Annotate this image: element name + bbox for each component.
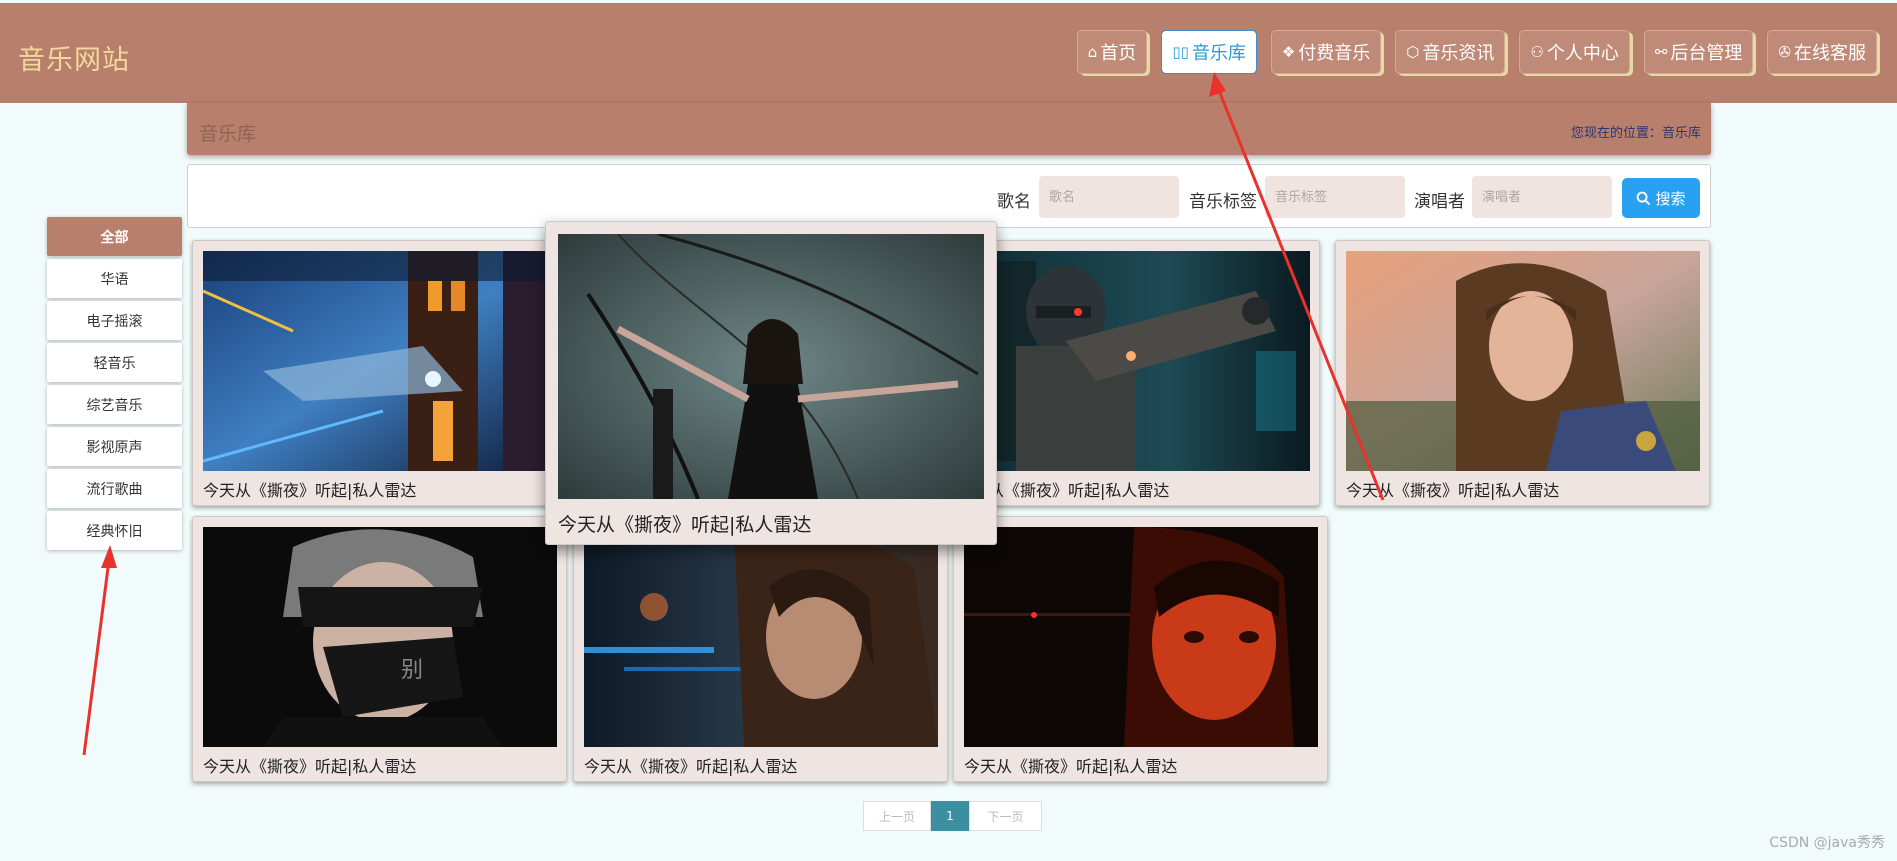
category-electronic-rock[interactable]: 电子摇滚 <box>47 301 182 340</box>
nav-home[interactable]: ⌂ 首页 <box>1076 30 1148 74</box>
svg-text:别: 别 <box>401 658 423 683</box>
cover-image[interactable] <box>1346 251 1700 471</box>
music-card[interactable]: 今天从《撕夜》听起|私人雷达 <box>545 221 997 545</box>
pagination: 上一页 1 下一页 <box>863 801 1042 831</box>
page-title: 音乐库 <box>199 123 257 145</box>
nav-label: 在线客服 <box>1794 43 1866 64</box>
nav-label: 后台管理 <box>1670 43 1743 64</box>
nav-music-library[interactable]: ▯▯ 音乐库 <box>1161 30 1257 74</box>
user-icon: ⚇ <box>1530 43 1544 61</box>
singer-label: 演唱者 <box>1414 192 1465 212</box>
home-icon: ⌂ <box>1087 43 1098 61</box>
layers-icon: ❖ <box>1281 43 1296 61</box>
category-chinese[interactable]: 华语 <box>47 259 182 298</box>
search-bar: 歌名 音乐标签 演唱者 搜索 <box>187 164 1711 228</box>
watermark: CSDN @java秀秀 <box>1769 835 1885 851</box>
music-card[interactable]: 今天从《撕夜》听起|私人雷达 <box>953 516 1328 782</box>
category-all[interactable]: 全部 <box>47 217 182 256</box>
cover-image[interactable] <box>558 234 984 499</box>
site-logo[interactable]: 音乐网站 <box>18 38 130 77</box>
category-classic[interactable]: 经典怀旧 <box>47 511 182 550</box>
breadcrumb: 您现在的位置：音乐库 <box>1570 126 1701 141</box>
category-variety[interactable]: 综艺音乐 <box>47 385 182 424</box>
link-icon: ⚯ <box>1654 43 1668 61</box>
music-card[interactable]: 今天从《撕夜》听起|私人雷达 <box>1335 240 1710 506</box>
nav-online-service[interactable]: ✇ 在线客服 <box>1767 30 1877 74</box>
card-caption[interactable]: 今天从《撕夜》听起|私人雷达 <box>964 753 1177 777</box>
nav-label: 个人中心 <box>1546 43 1619 64</box>
song-name-input[interactable] <box>1039 176 1179 218</box>
nav-user-center[interactable]: ⚇ 个人中心 <box>1519 30 1630 74</box>
nav-paid-music[interactable]: ❖ 付费音乐 <box>1270 30 1382 74</box>
cover-image[interactable] <box>584 527 938 747</box>
prev-page-button[interactable]: 上一页 <box>863 801 931 831</box>
singer-input[interactable] <box>1472 176 1612 218</box>
category-sidebar: 全部 华语 电子摇滚 轻音乐 综艺音乐 影视原声 流行歌曲 经典怀旧 <box>47 217 182 553</box>
nav-music-news[interactable]: ⬡ 音乐资讯 <box>1395 30 1506 74</box>
search-icon <box>1637 191 1651 205</box>
nav-admin[interactable]: ⚯ 后台管理 <box>1643 30 1754 74</box>
chrome-icon: ✇ <box>1778 43 1791 61</box>
song-name-label: 歌名 <box>997 192 1031 212</box>
search-button[interactable]: 搜索 <box>1622 178 1700 218</box>
category-light-music[interactable]: 轻音乐 <box>47 343 182 382</box>
cover-image[interactable] <box>203 251 557 471</box>
cover-image[interactable]: 别 <box>203 527 557 747</box>
breadcrumb-bar: 音乐库 您现在的位置：音乐库 <box>187 103 1711 155</box>
search-button-label: 搜索 <box>1655 189 1686 208</box>
nav-label: 音乐资讯 <box>1422 43 1495 64</box>
category-soundtrack[interactable]: 影视原声 <box>47 427 182 466</box>
nav-label: 音乐库 <box>1191 43 1246 64</box>
card-caption[interactable]: 今天从《撕夜》听起|私人雷达 <box>584 753 797 777</box>
nav-label: 首页 <box>1100 43 1137 64</box>
category-pop[interactable]: 流行歌曲 <box>47 469 182 508</box>
top-header: 音乐网站 ⌂ 首页 ▯▯ 音乐库 ❖ 付费音乐 ⬡ 音乐资讯 ⚇ 个人中心 ⚯ … <box>0 3 1897 103</box>
page-number-current[interactable]: 1 <box>931 801 969 831</box>
cover-image[interactable] <box>956 251 1310 471</box>
music-card[interactable]: 今天从《撕夜》听起|私人雷达 <box>192 240 567 506</box>
library-icon: ▯▯ <box>1172 43 1189 61</box>
music-tag-input[interactable] <box>1265 176 1405 218</box>
arrow-to-category <box>82 545 117 756</box>
music-card[interactable]: 今天从《撕夜》听起|私人雷达 <box>573 516 948 782</box>
music-tag-label: 音乐标签 <box>1189 192 1257 212</box>
card-caption[interactable]: 今天从《撕夜》听起|私人雷达 <box>203 753 416 777</box>
music-card[interactable]: 别 今天从《撕夜》听起|私人雷达 <box>192 516 567 782</box>
card-caption[interactable]: 今天从《撕夜》听起|私人雷达 <box>558 510 811 537</box>
card-caption[interactable]: 今天从《撕夜》听起|私人雷达 <box>1346 477 1559 501</box>
cover-image[interactable] <box>964 527 1318 747</box>
main-nav: ⌂ 首页 ▯▯ 音乐库 ❖ 付费音乐 ⬡ 音乐资讯 ⚇ 个人中心 ⚯ 后台管理 … <box>1076 30 1877 74</box>
next-page-button[interactable]: 下一页 <box>969 801 1042 831</box>
nav-label: 付费音乐 <box>1298 43 1371 64</box>
music-card[interactable]: 今天从《撕夜》听起|私人雷达 <box>945 240 1320 506</box>
card-caption[interactable]: 今天从《撕夜》听起|私人雷达 <box>203 477 416 501</box>
cube-icon: ⬡ <box>1406 43 1420 61</box>
